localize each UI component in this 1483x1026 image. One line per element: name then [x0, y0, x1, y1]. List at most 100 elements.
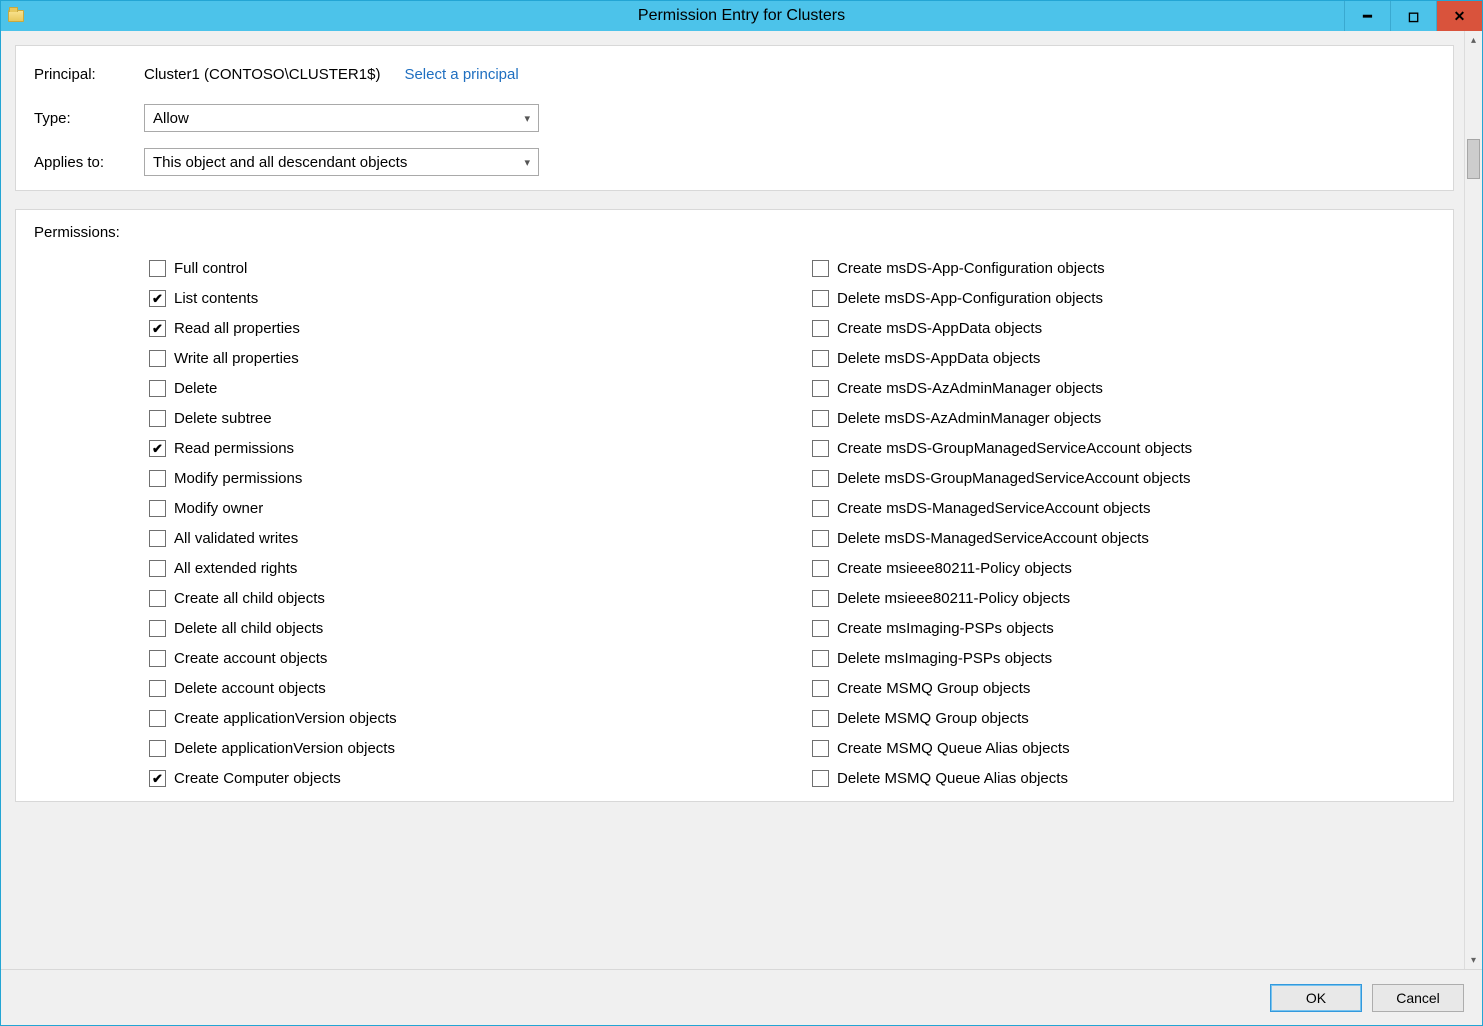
content-area: Principal: Cluster1 (CONTOSO\CLUSTER1$) … [1, 31, 1464, 969]
permission-checkbox[interactable] [149, 560, 166, 577]
permission-checkbox[interactable] [149, 500, 166, 517]
principal-label: Principal: [34, 66, 144, 83]
permission-checkbox[interactable] [149, 590, 166, 607]
permission-label: Delete msieee80211-Policy objects [837, 590, 1070, 607]
titlebar[interactable]: Permission Entry for Clusters ━ ◻ ✕ [1, 1, 1482, 31]
permission-label: Delete msDS-ManagedServiceAccount object… [837, 530, 1149, 547]
permission-item: Create msDS-AzAdminManager objects [812, 373, 1435, 403]
permission-checkbox[interactable] [812, 440, 829, 457]
ok-button-label: OK [1306, 990, 1326, 1006]
permission-label: Modify owner [174, 500, 263, 517]
permission-checkbox[interactable] [812, 590, 829, 607]
permission-checkbox[interactable] [812, 470, 829, 487]
permission-checkbox[interactable] [812, 350, 829, 367]
applies-select-value: This object and all descendant objects [153, 154, 407, 171]
permission-checkbox[interactable] [812, 770, 829, 787]
permission-checkbox[interactable] [812, 530, 829, 547]
permission-item: Delete msDS-App-Configuration objects [812, 283, 1435, 313]
permission-label: Delete msImaging-PSPs objects [837, 650, 1052, 667]
permission-item: Delete applicationVersion objects [149, 733, 772, 763]
permission-label: Delete msDS-App-Configuration objects [837, 290, 1103, 307]
permissions-column-left: Full controlList contentsRead all proper… [149, 253, 772, 793]
scroll-thumb[interactable] [1467, 139, 1480, 179]
permission-label: Create account objects [174, 650, 327, 667]
permission-label: Create MSMQ Queue Alias objects [837, 740, 1070, 757]
scroll-down-icon[interactable]: ▾ [1465, 951, 1482, 969]
permission-item: Modify owner [149, 493, 772, 523]
permission-checkbox[interactable] [812, 260, 829, 277]
permission-checkbox[interactable] [149, 260, 166, 277]
permission-label: Create MSMQ Group objects [837, 680, 1030, 697]
permission-label: Full control [174, 260, 247, 277]
ok-button[interactable]: OK [1270, 984, 1362, 1012]
permission-checkbox[interactable] [149, 350, 166, 367]
cancel-button-label: Cancel [1396, 990, 1440, 1006]
minimize-button[interactable]: ━ [1344, 1, 1390, 31]
permission-label: Write all properties [174, 350, 299, 367]
permission-checkbox[interactable] [812, 710, 829, 727]
folder-icon [8, 10, 24, 22]
applies-row: Applies to: This object and all descenda… [34, 148, 1435, 176]
permission-label: Read permissions [174, 440, 294, 457]
type-select[interactable]: Allow ▾ [144, 104, 539, 132]
permission-item: Create msDS-GroupManagedServiceAccount o… [812, 433, 1435, 463]
permission-checkbox[interactable] [812, 560, 829, 577]
permission-checkbox[interactable] [812, 410, 829, 427]
close-button[interactable]: ✕ [1436, 1, 1482, 31]
permission-item: Delete all child objects [149, 613, 772, 643]
permission-checkbox[interactable] [812, 680, 829, 697]
permission-checkbox[interactable] [149, 650, 166, 667]
permission-checkbox[interactable] [149, 680, 166, 697]
permission-label: Read all properties [174, 320, 300, 337]
permission-checkbox[interactable] [149, 770, 166, 787]
permission-item: Write all properties [149, 343, 772, 373]
principal-value: Cluster1 (CONTOSO\CLUSTER1$) [144, 66, 380, 83]
applies-select[interactable]: This object and all descendant objects ▾ [144, 148, 539, 176]
permission-checkbox[interactable] [149, 410, 166, 427]
permission-checkbox[interactable] [812, 380, 829, 397]
permission-label: Create all child objects [174, 590, 325, 607]
permission-checkbox[interactable] [812, 740, 829, 757]
select-principal-link[interactable]: Select a principal [404, 66, 518, 83]
permission-label: Create msDS-AzAdminManager objects [837, 380, 1103, 397]
permission-label: Delete MSMQ Group objects [837, 710, 1029, 727]
permission-item: Delete account objects [149, 673, 772, 703]
window-frame: Permission Entry for Clusters ━ ◻ ✕ Prin… [0, 0, 1483, 1026]
permission-label: Delete account objects [174, 680, 326, 697]
scroll-track[interactable] [1465, 49, 1482, 951]
permission-checkbox[interactable] [812, 620, 829, 637]
permission-item: Create applicationVersion objects [149, 703, 772, 733]
permission-label: Delete msDS-AzAdminManager objects [837, 410, 1101, 427]
maximize-button[interactable]: ◻ [1390, 1, 1436, 31]
permissions-grid: Full controlList contentsRead all proper… [34, 253, 1435, 793]
permission-item: Read all properties [149, 313, 772, 343]
permission-checkbox[interactable] [149, 320, 166, 337]
permission-checkbox[interactable] [149, 530, 166, 547]
permission-item: Delete msieee80211-Policy objects [812, 583, 1435, 613]
permission-label: Modify permissions [174, 470, 302, 487]
permission-checkbox[interactable] [812, 500, 829, 517]
permission-label: Delete applicationVersion objects [174, 740, 395, 757]
permission-checkbox[interactable] [149, 440, 166, 457]
permission-item: Create msImaging-PSPs objects [812, 613, 1435, 643]
cancel-button[interactable]: Cancel [1372, 984, 1464, 1012]
permission-label: Delete subtree [174, 410, 272, 427]
permission-label: Create Computer objects [174, 770, 341, 787]
permission-checkbox[interactable] [149, 740, 166, 757]
permission-item: Delete msDS-AzAdminManager objects [812, 403, 1435, 433]
permission-checkbox[interactable] [149, 470, 166, 487]
vertical-scrollbar[interactable]: ▴ ▾ [1464, 31, 1482, 969]
permission-checkbox[interactable] [812, 650, 829, 667]
permission-item: Create MSMQ Group objects [812, 673, 1435, 703]
scroll-up-icon[interactable]: ▴ [1465, 31, 1482, 49]
permission-checkbox[interactable] [812, 320, 829, 337]
permission-checkbox[interactable] [812, 290, 829, 307]
permission-item: Delete subtree [149, 403, 772, 433]
permission-checkbox[interactable] [149, 710, 166, 727]
permission-checkbox[interactable] [149, 620, 166, 637]
window-icon [1, 1, 31, 31]
permission-checkbox[interactable] [149, 380, 166, 397]
permission-checkbox[interactable] [149, 290, 166, 307]
permissions-panel: Permissions: Full controlList contentsRe… [15, 209, 1454, 802]
permission-label: All extended rights [174, 560, 297, 577]
